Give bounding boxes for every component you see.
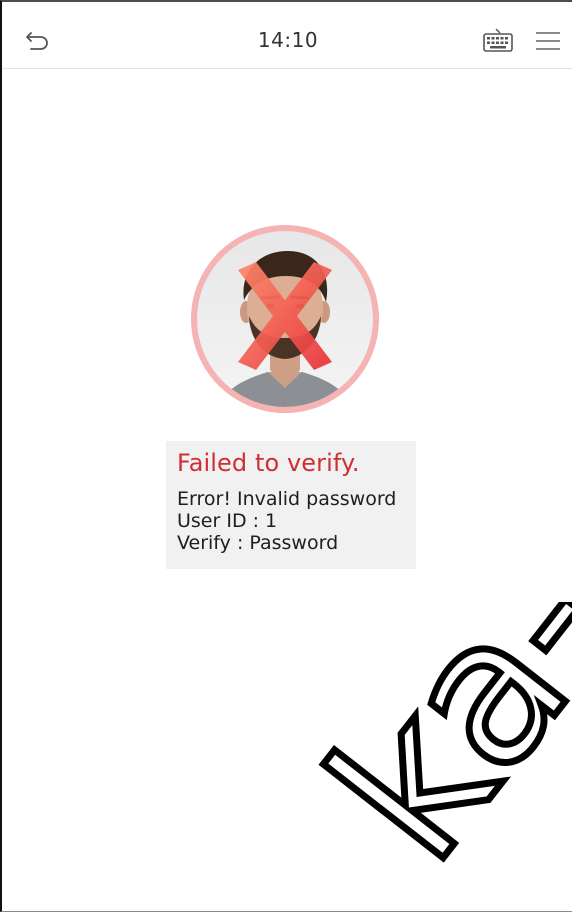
hamburger-menu-icon bbox=[536, 32, 560, 50]
error-message: Error! Invalid password bbox=[177, 488, 397, 510]
watermark-text: ka-sho bbox=[286, 602, 572, 902]
watermark: ka-sho bbox=[283, 602, 572, 905]
face-with-red-x-icon bbox=[191, 225, 379, 413]
verification-result-card: Failed to verify. Error! Invalid passwor… bbox=[166, 441, 416, 569]
user-id-line: User ID : 1 bbox=[177, 510, 278, 532]
result-title: Failed to verify. bbox=[177, 449, 360, 477]
verify-mode-line: Verify : Password bbox=[177, 532, 339, 554]
top-bar: 14:10 bbox=[2, 4, 572, 69]
device-screen: 14:10 Failed to verify. Error! Invalid p… bbox=[0, 0, 572, 912]
keyboard-icon bbox=[483, 28, 513, 52]
user-face-avatar bbox=[186, 220, 384, 418]
keyboard-button[interactable] bbox=[480, 26, 516, 56]
menu-button[interactable] bbox=[532, 26, 564, 56]
